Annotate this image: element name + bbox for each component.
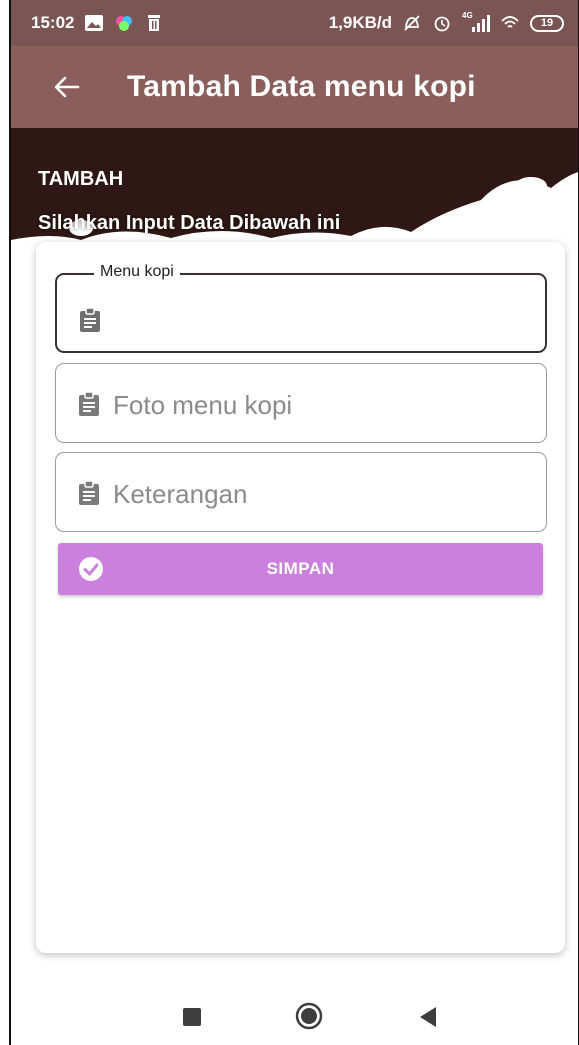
back-icon[interactable] [418,1006,438,1028]
battery-level: 19 [540,17,554,29]
status-right: 1,9KB/d 4G 19 [328,11,564,33]
foto-menu-kopi-input[interactable] [111,382,535,428]
recent-apps-icon[interactable] [183,1008,201,1026]
system-nav-bar [11,990,578,1045]
section-subtitle: Silahkan Input Data Dibawah ini [38,212,341,234]
section-title: TAMBAH [38,168,124,190]
battery-icon: 19 [530,14,564,32]
menu-kopi-field[interactable]: Menu kopi [55,263,547,353]
check-circle-icon [79,557,103,581]
network-speed: 1,9KB/d [328,13,392,32]
status-left: 15:02 [31,13,164,33]
signal-type: 4G [462,11,473,20]
arrow-left-icon [54,76,80,98]
clipboard-icon [80,307,100,332]
colorful-app-icon [116,16,133,31]
page-title: Tambah Data menu kopi [127,70,476,103]
mute-icon [404,15,420,31]
home-icon[interactable] [295,1002,323,1030]
back-button[interactable] [39,59,95,115]
status-time: 15:02 [31,13,75,32]
trash-icon [148,15,161,31]
keterangan-field[interactable] [55,452,547,532]
menu-kopi-label: Menu kopi [94,263,180,281]
alarm-icon [434,16,450,32]
app-bar: Tambah Data menu kopi [11,46,578,128]
wifi-icon [501,16,519,28]
status-bar: 15:02 1,9KB/d 4G 19 [11,0,578,46]
clipboard-icon [79,391,99,416]
simpan-label: SIMPAN [266,559,335,578]
foto-menu-kopi-field[interactable] [55,363,547,443]
photo-app-icon [85,15,104,31]
clipboard-icon [79,480,99,505]
signal-icon: 4G [462,11,490,32]
menu-kopi-input[interactable] [112,299,536,345]
keterangan-input[interactable] [111,471,535,517]
simpan-button[interactable]: SIMPAN [58,543,543,595]
